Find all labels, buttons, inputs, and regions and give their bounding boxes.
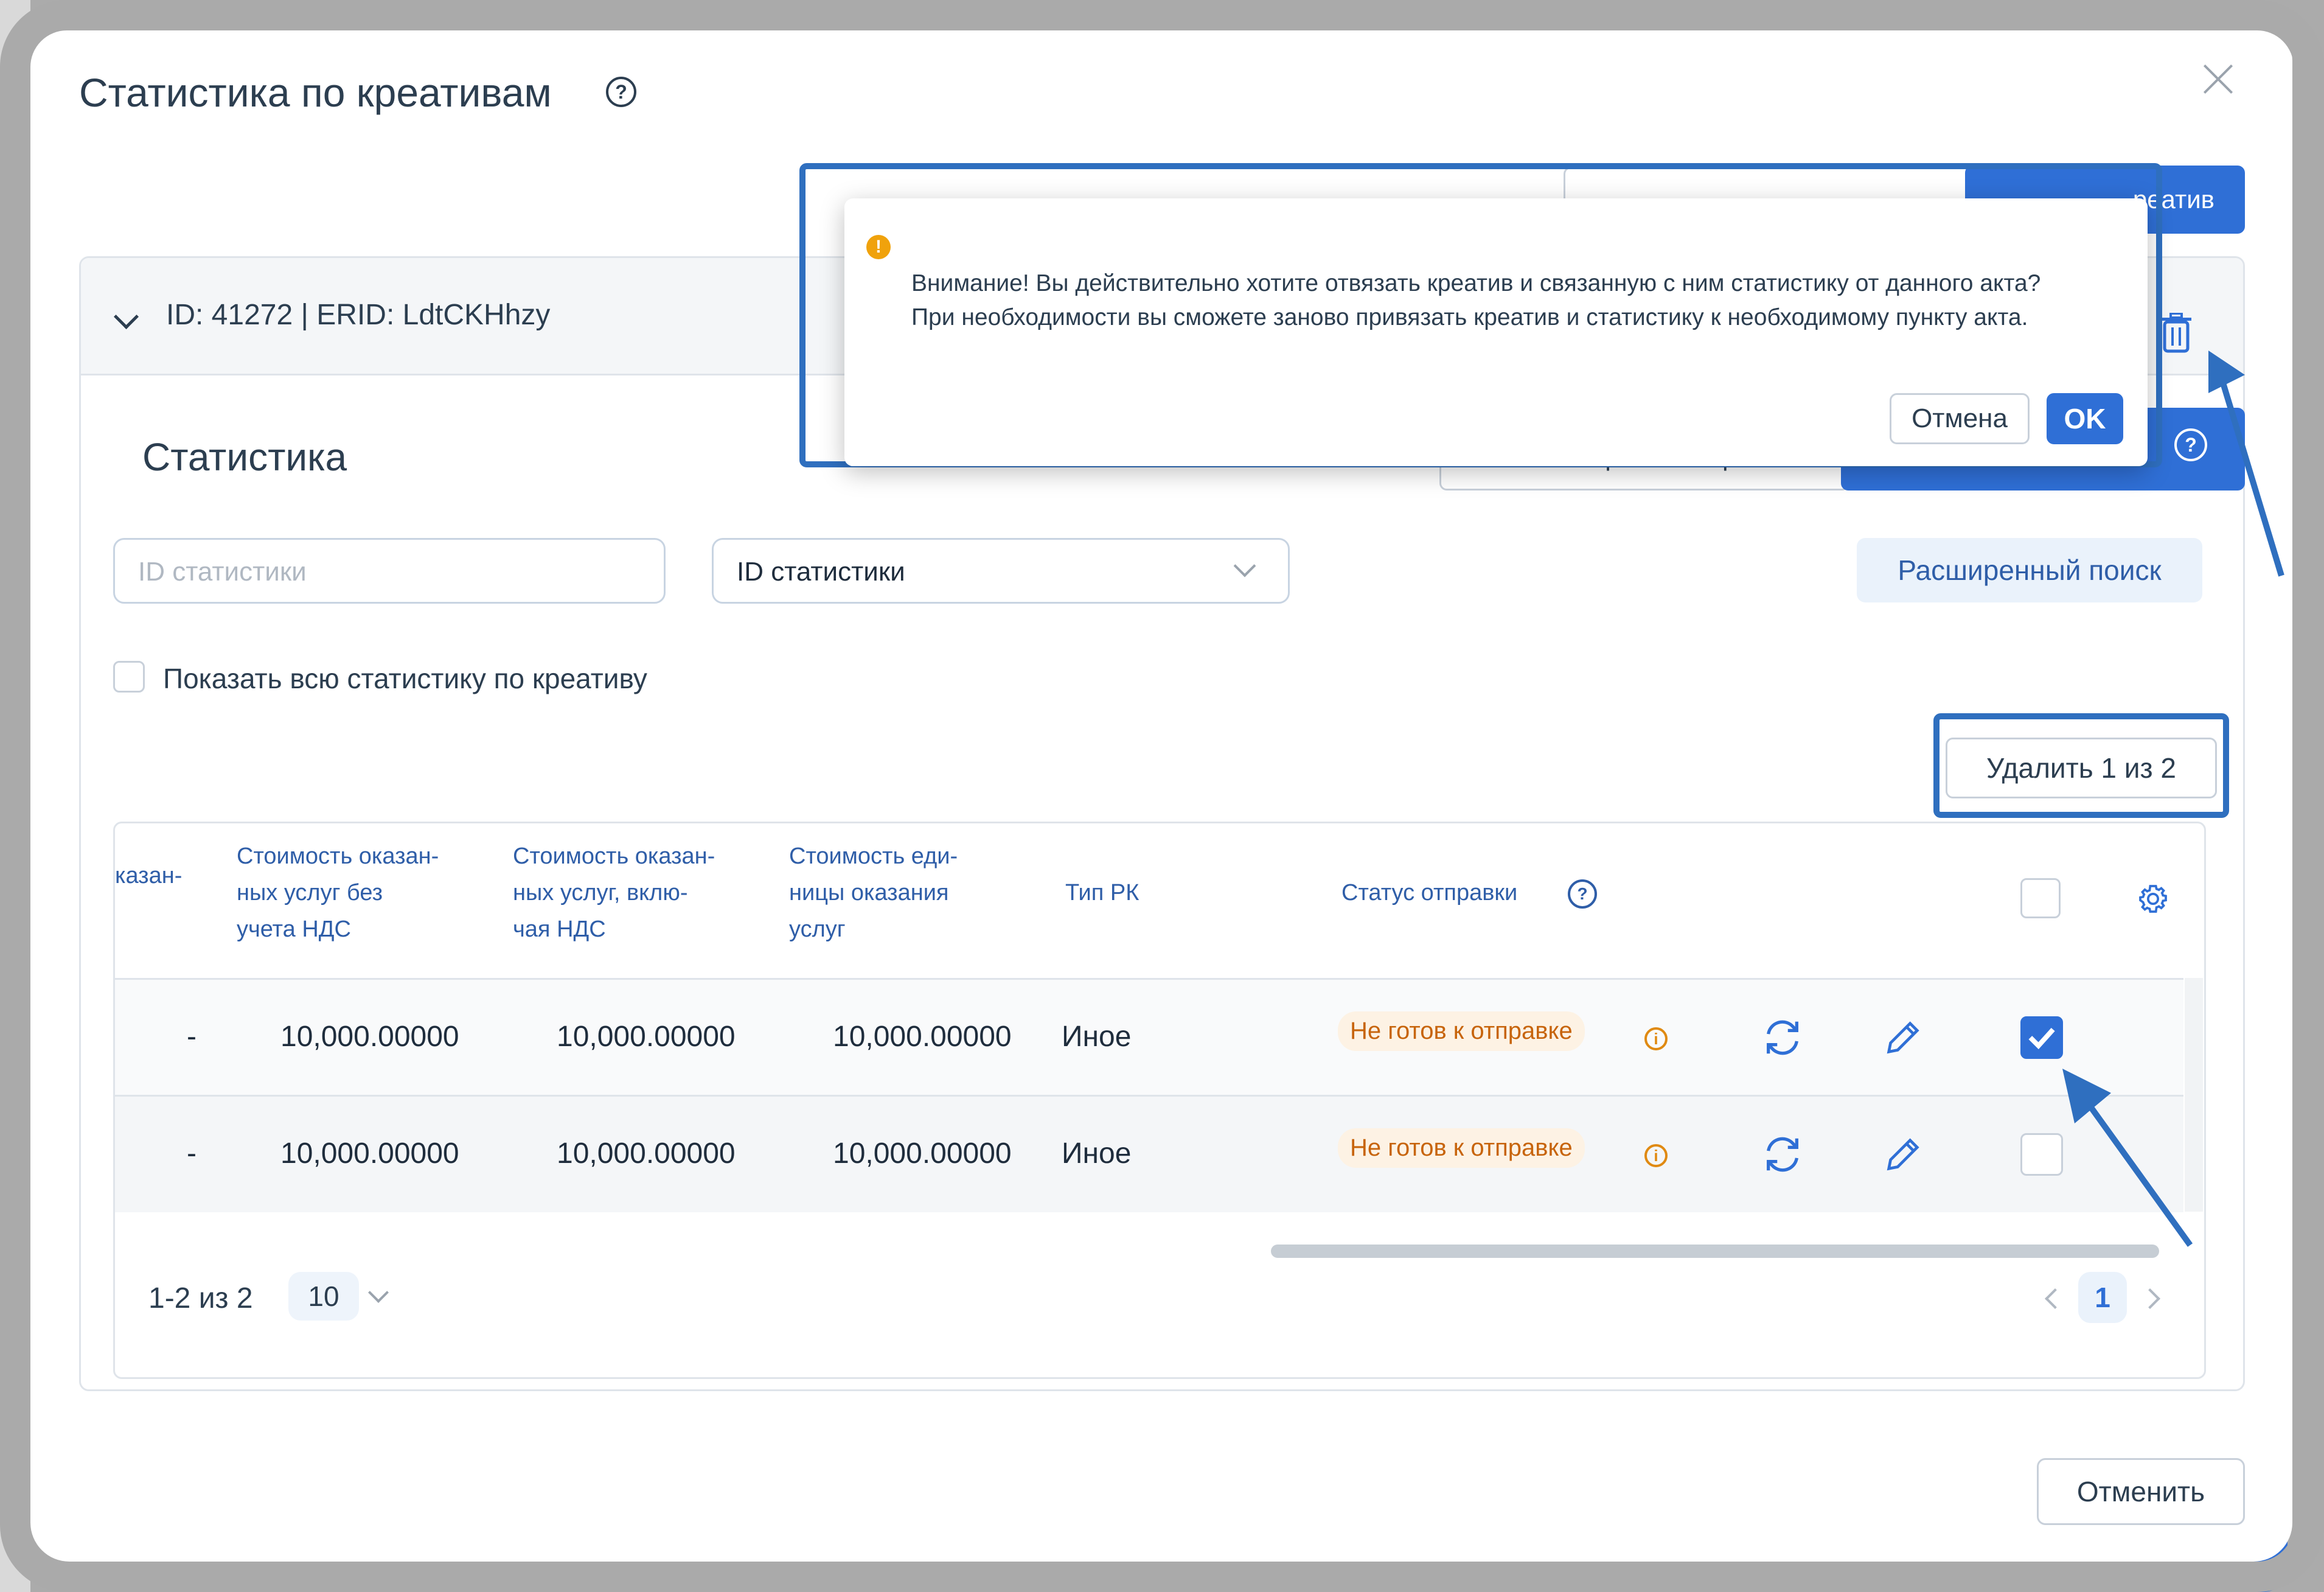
edit-pencil-icon[interactable] xyxy=(1882,1016,1924,1059)
chevron-down-icon[interactable] xyxy=(113,304,139,330)
dialog-line: При необходимости вы сможете заново прив… xyxy=(911,304,2028,330)
header-line: учета НДС xyxy=(237,916,351,942)
cancel-button[interactable]: Отменить xyxy=(2037,1458,2245,1525)
cell-campaign-type: Иное xyxy=(1062,1021,1132,1053)
chevron-down-icon xyxy=(1233,554,1256,578)
dialog-ok-label: OK xyxy=(2064,403,2106,435)
dialog-message: Внимание! Вы действительно хотите отвяза… xyxy=(911,267,2128,335)
background-required-mark: * xyxy=(12,183,24,217)
search-type-value: ID статистики xyxy=(737,557,905,587)
statistics-search-input[interactable]: ID статистики xyxy=(113,538,666,604)
dialog-cancel-label: Отмена xyxy=(1912,403,2008,433)
table-row: - 10,000.00000 10,000.00000 10,000.00000… xyxy=(115,1095,2183,1212)
header-line: ных услуг без xyxy=(237,880,383,906)
current-page[interactable]: 1 xyxy=(2078,1272,2127,1323)
cell-cost-no-vat: 10,000.00000 xyxy=(280,1021,459,1053)
dialog-ok-button[interactable]: OK xyxy=(2047,393,2123,444)
header-cost-no-vat: Стоимость оказан- ных услуг без учета НД… xyxy=(237,838,439,948)
annotation-arrow-icon xyxy=(2208,351,2284,577)
help-icon[interactable]: ? xyxy=(606,77,636,107)
cancel-label: Отменить xyxy=(2076,1476,2205,1507)
header-partial: казан- xyxy=(115,863,183,889)
cell-cost-no-vat: 10,000.00000 xyxy=(280,1137,459,1170)
search-placeholder: ID статистики xyxy=(138,557,307,587)
page-size-value: 10 xyxy=(308,1280,339,1312)
header-line: Стоимость оказан- xyxy=(513,843,715,869)
status-badge: Не готов к отправке xyxy=(1338,1128,1585,1168)
refresh-icon[interactable] xyxy=(1761,1133,1804,1176)
header-line: услуг xyxy=(789,916,846,942)
advanced-search-button[interactable]: Расширенный поиск xyxy=(1857,538,2202,602)
page-size-select[interactable]: 10 xyxy=(288,1272,359,1321)
table-row: - 10,000.00000 10,000.00000 10,000.00000… xyxy=(115,978,2183,1095)
pagination-range: 1-2 из 2 xyxy=(148,1282,253,1314)
cell-campaign-type: Иное xyxy=(1062,1137,1132,1170)
cell-cost-vat: 10,000.00000 xyxy=(557,1021,736,1053)
checkmark-icon xyxy=(2028,1027,2055,1050)
creative-statistics-modal: Статистика по креативам ? реатив ID: 412… xyxy=(30,22,2292,1562)
cell-unit-cost: 10,000.00000 xyxy=(833,1137,1012,1170)
header-line: Стоимость еди- xyxy=(789,843,958,869)
header-campaign-type: Тип РК xyxy=(1065,880,1139,906)
cell-partial: - xyxy=(187,1021,197,1053)
close-icon[interactable] xyxy=(2200,61,2236,97)
delete-selected-label: Удалить 1 из 2 xyxy=(1986,752,2176,784)
header-line: чая НДС xyxy=(513,916,606,942)
header-line: ных услуг, вклю- xyxy=(513,880,688,906)
background-page-strip xyxy=(0,0,30,1592)
warning-icon: ! xyxy=(866,235,891,259)
status-badge: Не готов к отправке xyxy=(1338,1011,1585,1051)
background-required-mark: * xyxy=(12,366,24,400)
modal-title-text: Статистика по креативам xyxy=(79,70,552,115)
creative-id-line: ID: 41272 | ERID: LdtCKHhzy xyxy=(166,299,551,331)
info-icon[interactable]: i xyxy=(1644,1027,1668,1050)
header-unit-cost: Стоимость еди- ницы оказания услуг xyxy=(789,838,958,948)
search-type-select[interactable]: ID статистики xyxy=(712,538,1290,604)
modal-title: Статистика по креативам xyxy=(79,69,552,116)
confirmation-dialog: ! Внимание! Вы действительно хотите отвя… xyxy=(844,198,2148,466)
header-line: ницы оказания xyxy=(789,880,949,906)
select-all-checkbox[interactable] xyxy=(2020,878,2061,918)
settings-gear-icon[interactable] xyxy=(2136,882,2170,916)
dialog-line: Внимание! Вы действительно хотите отвяза… xyxy=(911,270,2041,296)
cell-unit-cost: 10,000.00000 xyxy=(833,1021,1012,1053)
advanced-search-label: Расширенный поиск xyxy=(1898,554,2162,586)
cell-cost-vat: 10,000.00000 xyxy=(557,1137,736,1170)
cell-partial: - xyxy=(187,1137,197,1170)
annotation-arrow-icon xyxy=(2062,1069,2193,1247)
delete-selected-button[interactable]: Удалить 1 из 2 xyxy=(1946,738,2217,798)
statistics-title: Статистика xyxy=(142,435,347,479)
show-all-label: Показать всю статистику по креативу xyxy=(163,663,647,694)
help-icon[interactable]: ? xyxy=(1568,879,1597,909)
dialog-cancel-button[interactable]: Отмена xyxy=(1890,393,2030,444)
show-all-checkbox[interactable] xyxy=(113,661,145,693)
current-page-number: 1 xyxy=(2095,1282,2110,1313)
row-select-checkbox[interactable] xyxy=(2020,1016,2063,1059)
header-send-status: Статус отправки xyxy=(1341,880,1518,906)
refresh-icon[interactable] xyxy=(1761,1016,1804,1059)
edit-pencil-icon[interactable] xyxy=(1882,1133,1924,1176)
horizontal-scrollbar[interactable] xyxy=(1271,1245,2159,1258)
statistics-table: казан- Стоимость оказан- ных услуг без у… xyxy=(113,822,2206,1379)
info-icon[interactable]: i xyxy=(1644,1144,1668,1167)
header-line: Стоимость оказан- xyxy=(237,843,439,869)
header-cost-vat: Стоимость оказан- ных услуг, вклю- чая Н… xyxy=(513,838,715,948)
